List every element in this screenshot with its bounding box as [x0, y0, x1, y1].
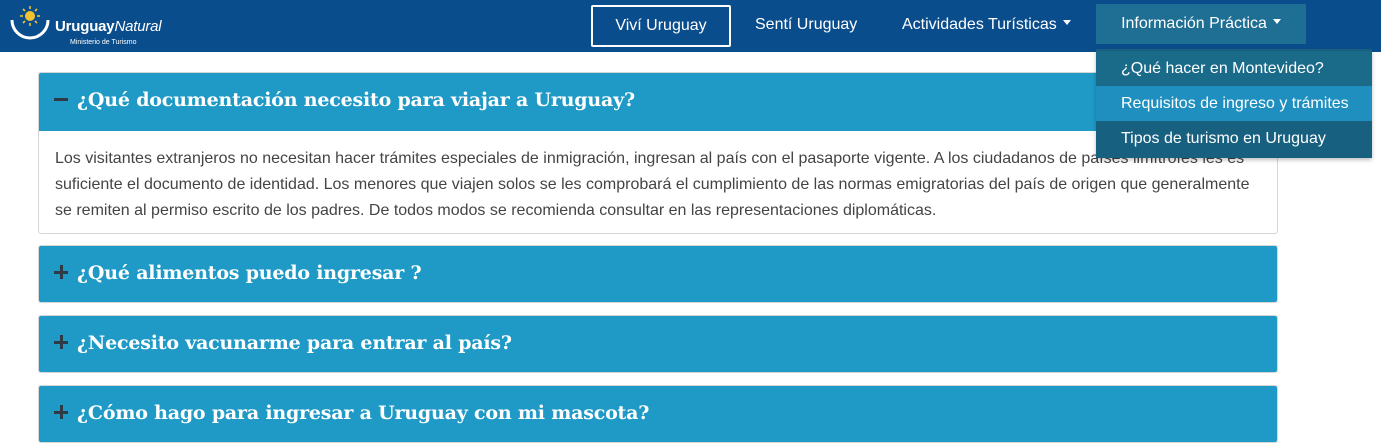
faq-panel-documentacion: ¿Qué documentación necesito para viajar … [38, 72, 1278, 234]
dropdown-item-label: Requisitos de ingreso y trámites [1121, 95, 1349, 112]
sun-icon [10, 6, 50, 40]
faq-panel-vacunas: ¿Necesito vacunarme para entrar al país? [38, 315, 1278, 373]
dropdown-item-label: Tipos de turismo en Uruguay [1121, 130, 1326, 147]
brand-name: UruguayNatural [55, 18, 162, 35]
dropdown-item-label: ¿Qué hacer en Montevideo? [1121, 60, 1324, 77]
faq-header[interactable]: ¿Necesito vacunarme para entrar al país? [39, 316, 1277, 372]
nav-label: Viví Uruguay [615, 17, 707, 34]
informacion-practica-dropdown: ¿Qué hacer en Montevideo? Requisitos de … [1096, 49, 1372, 158]
dropdown-item-tipos-turismo[interactable]: Tipos de turismo en Uruguay [1096, 121, 1372, 157]
plus-icon [54, 405, 68, 419]
nav-label: Sentí Uruguay [755, 16, 858, 33]
faq-header[interactable]: ¿Qué alimentos puedo ingresar ? [39, 246, 1277, 302]
nav-vivi-uruguay[interactable]: Viví Uruguay [591, 5, 731, 47]
dropdown-item-requisitos-ingreso[interactable]: Requisitos de ingreso y trámites [1096, 86, 1372, 122]
faq-header[interactable]: ¿Qué documentación necesito para viajar … [39, 73, 1277, 131]
nav-label: Información Práctica [1121, 15, 1267, 32]
plus-icon [54, 265, 68, 279]
brand-logo[interactable]: UruguayNatural Ministerio de Turismo [8, 4, 178, 50]
chevron-down-icon [1062, 20, 1071, 26]
plus-icon [54, 335, 68, 349]
brand-subtitle: Ministerio de Turismo [70, 39, 137, 46]
chevron-down-icon [1272, 19, 1281, 25]
faq-question: ¿Qué documentación necesito para viajar … [77, 89, 635, 111]
faq-answer: Los visitantes extranjeros no necesitan … [55, 150, 1250, 219]
faq-question: ¿Qué alimentos puedo ingresar ? [77, 262, 422, 284]
top-navbar: UruguayNatural Ministerio de Turismo Viv… [0, 0, 1381, 52]
dropdown-item-que-hacer-montevideo[interactable]: ¿Qué hacer en Montevideo? [1096, 51, 1372, 87]
minus-icon [54, 92, 68, 106]
nav-senti-uruguay[interactable]: Sentí Uruguay [755, 0, 857, 52]
faq-panel-alimentos: ¿Qué alimentos puedo ingresar ? [38, 245, 1278, 303]
faq-panel-mascota: ¿Cómo hago para ingresar a Uruguay con m… [38, 385, 1278, 443]
faq-header[interactable]: ¿Cómo hago para ingresar a Uruguay con m… [39, 386, 1277, 442]
nav-actividades-turisticas[interactable]: Actividades Turísticas [902, 0, 1071, 52]
faq-question: ¿Necesito vacunarme para entrar al país? [77, 332, 512, 354]
nav-label: Actividades Turísticas [902, 16, 1057, 33]
nav-informacion-practica[interactable]: Información Práctica [1096, 4, 1306, 44]
